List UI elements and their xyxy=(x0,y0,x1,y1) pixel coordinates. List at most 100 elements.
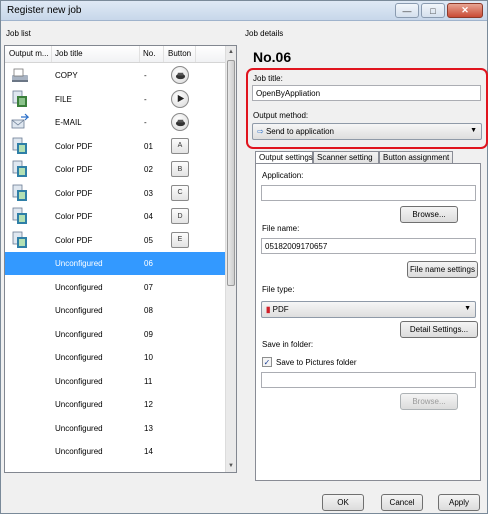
table-row[interactable]: Unconfigured 10 xyxy=(5,346,226,369)
job-number-cell: 02 xyxy=(144,165,153,174)
table-row[interactable]: Unconfigured 08 xyxy=(5,299,226,322)
email-icon xyxy=(11,113,30,131)
color-pdf-icon xyxy=(11,160,29,178)
job-number-cell: 01 xyxy=(144,141,153,151)
job-number-cell: 04 xyxy=(144,212,153,221)
scroll-thumb[interactable] xyxy=(227,60,235,286)
column-header-title[interactable]: Job title xyxy=(55,49,83,58)
table-row[interactable]: Unconfigured 07 xyxy=(5,276,226,299)
scanner-button-icon xyxy=(171,113,189,131)
detail-settings-button[interactable]: Detail Settings... xyxy=(400,321,478,338)
job-number-cell: 06 xyxy=(144,259,153,268)
job-title-cell: E-MAIL xyxy=(55,118,82,127)
ok-button[interactable]: OK xyxy=(322,494,364,511)
maximize-icon: □ xyxy=(430,5,436,16)
button-letter-badge: D xyxy=(171,208,189,224)
color-pdf-icon xyxy=(11,231,29,249)
file-type-select[interactable]: ▮ PDF ▼ xyxy=(261,301,476,318)
maximize-button[interactable]: □ xyxy=(421,3,445,18)
job-list-scrollbar[interactable]: ▲ ▼ xyxy=(225,46,236,472)
output-settings-panel: Application: Browse... File name: 051820… xyxy=(255,163,481,481)
job-number-cell: 10 xyxy=(144,353,153,362)
chevron-down-icon: ▼ xyxy=(470,127,477,134)
job-number-cell: 13 xyxy=(144,423,153,433)
title-bar[interactable]: Register new job — □ ✕ xyxy=(1,1,487,21)
output-method-value: Send to application xyxy=(265,127,334,136)
job-list-label: Job list xyxy=(6,29,31,38)
stop-button-icon xyxy=(171,89,189,108)
job-number-cell: 05 xyxy=(144,235,153,245)
browse-folder-button[interactable]: Browse... xyxy=(400,393,458,410)
file-name-settings-button[interactable]: File name settings xyxy=(407,261,478,278)
table-row[interactable]: Unconfigured 11 xyxy=(5,370,226,393)
scanner-button-icon xyxy=(171,66,189,84)
job-title-cell: Unconfigured xyxy=(55,447,103,456)
job-number-cell: 08 xyxy=(144,306,153,315)
job-number-cell: 14 xyxy=(144,447,153,456)
pdf-icon: ▮ xyxy=(266,305,271,314)
table-row[interactable]: Color PDF 03 C xyxy=(5,182,226,205)
job-number-cell: - xyxy=(144,118,147,127)
job-title-cell: Color PDF xyxy=(55,188,93,198)
scroll-down-icon[interactable]: ▼ xyxy=(226,460,236,472)
browse-application-button[interactable]: Browse... xyxy=(400,206,458,223)
job-title-cell: Color PDF xyxy=(55,141,93,151)
save-to-pictures-checkbox[interactable]: ✓ xyxy=(262,357,272,367)
job-title-cell: Unconfigured xyxy=(55,400,103,409)
output-method-select[interactable]: ⇨ Send to application ▼ xyxy=(252,123,482,140)
job-title-cell: Unconfigured xyxy=(55,423,103,433)
file-name-input[interactable]: 05182009170657 xyxy=(261,238,476,254)
table-row[interactable]: Color PDF 05 E xyxy=(5,229,226,252)
job-number-cell: 12 xyxy=(144,400,153,409)
output-method-label: Output method: xyxy=(253,111,309,120)
tab-scanner-setting[interactable]: Scanner setting xyxy=(313,151,379,163)
job-title-cell: Unconfigured xyxy=(55,376,103,386)
application-input[interactable] xyxy=(261,185,476,201)
column-header-button[interactable]: Button xyxy=(168,49,191,58)
tab-button-assignment[interactable]: Button assignment xyxy=(379,151,453,163)
column-header-number[interactable]: No. xyxy=(143,49,155,58)
job-number-cell: 09 xyxy=(144,329,153,339)
table-row[interactable]: Unconfigured 06 xyxy=(5,252,226,275)
job-title-cell: Color PDF xyxy=(55,165,93,174)
table-row[interactable]: Color PDF 04 D xyxy=(5,205,226,228)
job-title-cell: Unconfigured xyxy=(55,306,103,315)
table-row[interactable]: Unconfigured 14 xyxy=(5,440,226,463)
job-title-label: Job title: xyxy=(253,74,283,83)
job-list[interactable]: Output m... Job title No. Button COPY - FI… xyxy=(4,45,237,473)
file-name-label: File name: xyxy=(262,224,300,233)
color-pdf-icon xyxy=(11,184,29,202)
table-row[interactable]: Unconfigured 12 xyxy=(5,393,226,416)
save-to-pictures-label[interactable]: Save to Pictures folder xyxy=(276,358,356,367)
button-letter-badge: E xyxy=(171,231,189,248)
job-list-header: Output m... Job title No. Button xyxy=(5,46,226,63)
cancel-button[interactable]: Cancel xyxy=(381,494,423,511)
save-folder-input[interactable] xyxy=(261,372,476,388)
job-title-cell: Unconfigured xyxy=(55,282,103,292)
minimize-icon: — xyxy=(402,5,412,16)
table-row[interactable]: E-MAIL - xyxy=(5,111,226,134)
job-number: No.06 xyxy=(253,49,292,65)
close-button[interactable]: ✕ xyxy=(447,3,483,18)
job-number-cell: - xyxy=(144,71,147,80)
apply-button[interactable]: Apply xyxy=(438,494,480,511)
table-row[interactable]: Color PDF 01 A xyxy=(5,135,226,158)
table-row[interactable]: FILE - xyxy=(5,88,226,111)
table-row[interactable]: COPY - xyxy=(5,64,226,87)
table-row[interactable]: Unconfigured 13 xyxy=(5,417,226,440)
save-in-folder-label: Save in folder: xyxy=(262,340,314,349)
job-title-input[interactable]: OpenByAppliation xyxy=(252,85,481,101)
checkmark-icon: ✓ xyxy=(263,357,271,367)
job-details-label: Job details xyxy=(245,29,284,38)
scroll-up-icon[interactable]: ▲ xyxy=(226,46,236,58)
file-icon xyxy=(11,90,29,108)
table-row[interactable]: Color PDF 02 B xyxy=(5,158,226,181)
job-title-cell: Unconfigured xyxy=(55,329,103,339)
job-number-cell: - xyxy=(144,94,147,104)
job-title-cell: Color PDF xyxy=(55,212,93,221)
job-number-cell: 07 xyxy=(144,282,153,292)
table-row[interactable]: Unconfigured 09 xyxy=(5,323,226,346)
minimize-button[interactable]: — xyxy=(395,3,419,18)
send-to-app-icon: ⇨ xyxy=(257,127,264,136)
column-header-output[interactable]: Output m... xyxy=(9,49,49,58)
